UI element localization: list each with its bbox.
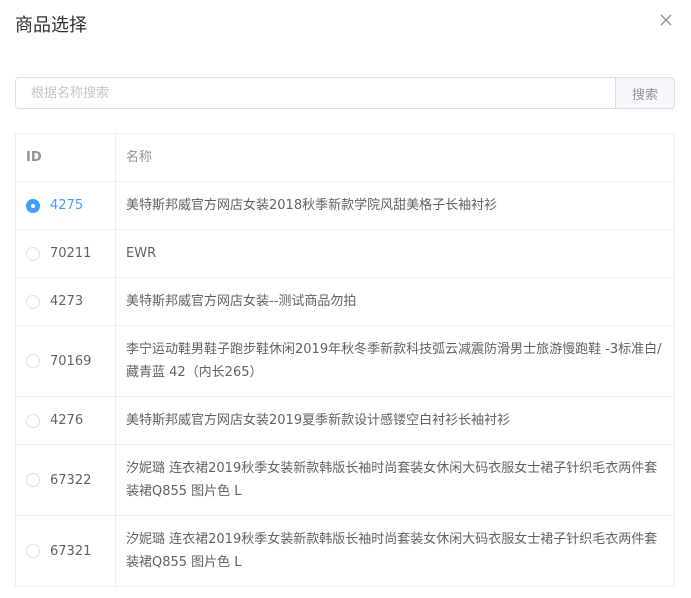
row-id: 70169 <box>50 353 92 369</box>
table-row[interactable]: 4273 美特斯邦威官方网店女装--测试商品勿拍 <box>16 278 674 326</box>
column-header-name: 名称 <box>126 150 153 165</box>
product-table: ID 名称 4275 美特斯邦威官方网店女装2018秋季新款学院风甜美格子长袖衬衫… <box>15 133 675 587</box>
table-row[interactable]: 4275 美特斯邦威官方网店女装2018秋季新款学院风甜美格子长袖衬衫 <box>16 182 674 230</box>
table-row[interactable]: 67321 汐妮璐 连衣裙2019秋季女装新款韩版长袖时尚套装女休闲大码衣服女士裙… <box>16 516 674 587</box>
close-icon <box>660 14 672 26</box>
row-id-cell: 4273 <box>16 278 116 325</box>
product-select-dialog: 商品选择 搜索 ID 名称 4275 美特斯邦威官方网店女装2018秋季新款学院风… <box>0 0 691 598</box>
row-name: 美特斯邦威官方网店女装--测试商品勿拍 <box>126 294 357 309</box>
radio-icon[interactable] <box>26 198 40 213</box>
row-name: 汐妮璐 连衣裙2019秋季女装新款韩版长袖时尚套装女休闲大码衣服女士裙子针织毛衣… <box>126 532 658 570</box>
row-id: 67322 <box>50 472 92 488</box>
row-id-cell: 70169 <box>16 326 116 396</box>
row-id: 67321 <box>50 543 92 559</box>
row-id: 4275 <box>50 198 84 213</box>
row-id-cell: 4275 <box>16 182 116 229</box>
row-id-cell: 70211 <box>16 230 116 277</box>
table-row[interactable]: 70211 EWR <box>16 230 674 278</box>
row-name: 美特斯邦威官方网店女装2019夏季新款设计感镂空白衬衫长袖衬衫 <box>126 413 511 428</box>
radio-icon[interactable] <box>26 413 40 428</box>
table-row[interactable]: 67322 汐妮璐 连衣裙2019秋季女装新款韩版长袖时尚套装女休闲大码衣服女士裙… <box>16 445 674 516</box>
radio-icon[interactable] <box>26 544 40 558</box>
row-id-cell: 67322 <box>16 445 116 515</box>
table-body: 4275 美特斯邦威官方网店女装2018秋季新款学院风甜美格子长袖衬衫 70211 E… <box>16 182 674 587</box>
row-id-cell: 67321 <box>16 516 116 586</box>
row-id: 4276 <box>50 413 84 428</box>
row-name: 李宁运动鞋男鞋子跑步鞋休闲2019年秋冬季新款科技弧云减震防滑男士旅游慢跑鞋 -… <box>126 342 662 380</box>
table-header: ID 名称 <box>16 134 674 182</box>
search-button[interactable]: 搜索 <box>615 77 675 109</box>
table-row[interactable]: 70169 李宁运动鞋男鞋子跑步鞋休闲2019年秋冬季新款科技弧云减震防滑男士旅游… <box>16 326 674 397</box>
row-id-cell: 4276 <box>16 397 116 444</box>
search-bar: 搜索 <box>15 77 675 109</box>
close-button[interactable] <box>659 13 673 27</box>
table-row[interactable]: 4276 美特斯邦威官方网店女装2019夏季新款设计感镂空白衬衫长袖衬衫 <box>16 397 674 445</box>
radio-icon[interactable] <box>26 246 40 261</box>
radio-icon[interactable] <box>26 294 40 309</box>
radio-icon[interactable] <box>26 354 40 368</box>
row-id: 70211 <box>50 246 92 261</box>
radio-icon[interactable] <box>26 473 40 487</box>
row-name: 汐妮璐 连衣裙2019秋季女装新款韩版长袖时尚套装女休闲大码衣服女士裙子针织毛衣… <box>126 461 658 499</box>
row-name: EWR <box>126 246 157 261</box>
search-input[interactable] <box>15 77 615 109</box>
column-header-id: ID <box>16 134 116 181</box>
dialog-title: 商品选择 <box>15 15 87 36</box>
row-name: 美特斯邦威官方网店女装2018秋季新款学院风甜美格子长袖衬衫 <box>126 198 498 213</box>
row-id: 4273 <box>50 294 84 309</box>
